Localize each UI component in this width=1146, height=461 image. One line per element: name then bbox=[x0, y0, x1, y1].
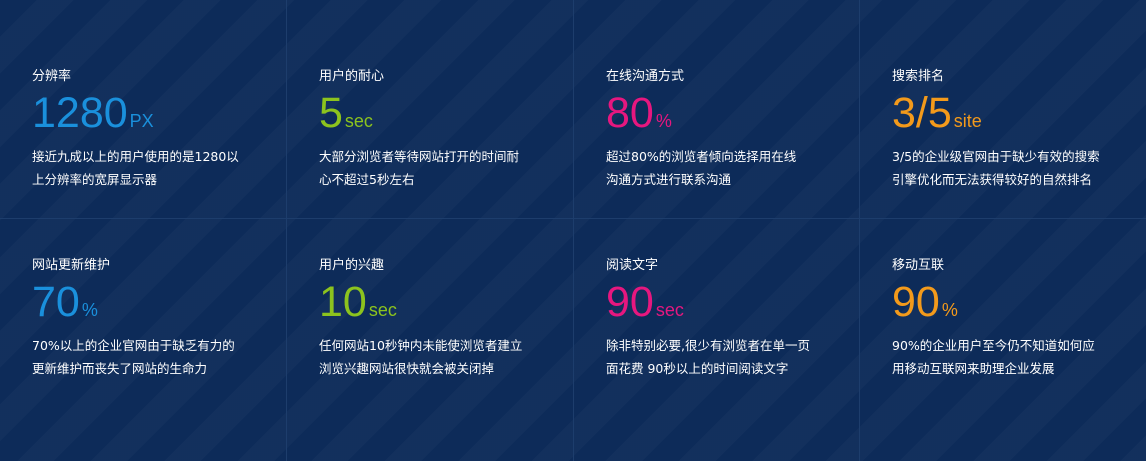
stat-figure: 90% bbox=[892, 278, 1146, 326]
stat-value: 70 bbox=[32, 278, 80, 326]
stat-unit: sec bbox=[655, 300, 684, 320]
stat-description-line: 90%的企业用户至今仍不知道如何应 bbox=[892, 338, 1095, 353]
stat-card-search-ranking: 搜索排名 3/5 site 3/5的企业级官网由于缺少有效的搜索 引擎优化而无法获… bbox=[860, 0, 1146, 219]
stat-description: 超过80%的浏览者倾向选择用在线 沟通方式进行联系沟通 bbox=[606, 145, 831, 191]
stat-unit: PX bbox=[129, 111, 154, 131]
stat-value: 90 bbox=[892, 278, 940, 326]
stat-figure: 90 sec bbox=[606, 278, 859, 326]
stat-card-user-interest: 用户的兴趣 10 sec 任何网站10秒钟内未能使浏览者建立 浏览兴趣网站很快就会… bbox=[287, 219, 574, 461]
stat-description-line: 3/5的企业级官网由于缺少有效的搜索 bbox=[892, 149, 1100, 164]
stat-description-line: 大部分浏览者等待网站打开的时间耐 bbox=[319, 149, 520, 164]
stat-figure: 5 sec bbox=[319, 89, 573, 137]
stat-label: 移动互联 bbox=[892, 258, 945, 273]
stat-card-user-patience: 用户的耐心 5 sec 大部分浏览者等待网站打开的时间耐 心不超过5秒左右 bbox=[287, 0, 574, 219]
stat-figure: 10 sec bbox=[319, 278, 573, 326]
stat-description-line: 接近九成以上的用户使用的是1280以 bbox=[32, 149, 239, 164]
stat-description: 接近九成以上的用户使用的是1280以 上分辨率的宽屏显示器 bbox=[32, 145, 257, 191]
stat-figure: 80% bbox=[606, 89, 859, 137]
stat-figure: 1280 PX bbox=[32, 89, 286, 137]
stat-card-mobile-internet: 移动互联 90% 90%的企业用户至今仍不知道如何应 用移动互联网来助理企业发展 bbox=[860, 219, 1146, 461]
stat-description-line: 更新维护而丧失了网站的生命力 bbox=[32, 361, 208, 376]
stat-unit: % bbox=[941, 300, 958, 320]
stat-card-site-maintenance: 网站更新维护 70% 70%以上的企业官网由于缺乏有力的 更新维护而丧失了网站的… bbox=[0, 219, 287, 461]
stat-card-resolution: 分辨率 1280 PX 接近九成以上的用户使用的是1280以 上分辨率的宽屏显示器 bbox=[0, 0, 287, 219]
stat-value: 10 bbox=[319, 278, 367, 326]
stat-description-line: 任何网站10秒钟内未能使浏览者建立 bbox=[319, 338, 523, 353]
stat-label: 用户的兴趣 bbox=[319, 258, 385, 273]
stat-description-line: 沟通方式进行联系沟通 bbox=[606, 172, 732, 187]
stat-description-line: 超过80%的浏览者倾向选择用在线 bbox=[606, 149, 797, 164]
stat-unit: sec bbox=[368, 300, 397, 320]
stats-panel: 分辨率 1280 PX 接近九成以上的用户使用的是1280以 上分辨率的宽屏显示器… bbox=[0, 0, 1146, 461]
stat-label: 用户的耐心 bbox=[319, 69, 385, 84]
stat-description: 90%的企业用户至今仍不知道如何应 用移动互联网来助理企业发展 bbox=[892, 334, 1117, 380]
stat-label: 阅读文字 bbox=[606, 258, 659, 273]
stat-value: 80 bbox=[606, 89, 654, 137]
stat-label: 分辨率 bbox=[32, 69, 72, 84]
stat-value: 90 bbox=[606, 278, 654, 326]
stat-unit: site bbox=[953, 111, 982, 131]
stat-description-line: 70%以上的企业官网由于缺乏有力的 bbox=[32, 338, 235, 353]
stat-description: 70%以上的企业官网由于缺乏有力的 更新维护而丧失了网站的生命力 bbox=[32, 334, 257, 380]
stat-description-line: 除非特别必要,很少有浏览者在单一页 bbox=[606, 338, 810, 353]
stat-description-line: 用移动互联网来助理企业发展 bbox=[892, 361, 1055, 376]
stat-card-reading-text: 阅读文字 90 sec 除非特别必要,很少有浏览者在单一页 面花费 90秒以上的时… bbox=[574, 219, 860, 461]
stat-value: 1280 bbox=[32, 89, 128, 137]
stat-description: 任何网站10秒钟内未能使浏览者建立 浏览兴趣网站很快就会被关闭掉 bbox=[319, 334, 544, 380]
stat-value: 3/5 bbox=[892, 89, 952, 137]
stat-figure: 3/5 site bbox=[892, 89, 1146, 137]
stat-description-line: 面花费 90秒以上的时间阅读文字 bbox=[606, 361, 789, 376]
stat-unit: % bbox=[655, 111, 672, 131]
stat-value: 5 bbox=[319, 89, 343, 137]
stat-label: 在线沟通方式 bbox=[606, 69, 685, 84]
stat-description: 大部分浏览者等待网站打开的时间耐 心不超过5秒左右 bbox=[319, 145, 544, 191]
stat-description: 3/5的企业级官网由于缺少有效的搜索 引擎优化而无法获得较好的自然排名 bbox=[892, 145, 1117, 191]
stat-figure: 70% bbox=[32, 278, 286, 326]
stat-unit: sec bbox=[344, 111, 373, 131]
stat-description-line: 心不超过5秒左右 bbox=[319, 172, 415, 187]
stat-label: 搜索排名 bbox=[892, 69, 945, 84]
stat-unit: % bbox=[81, 300, 98, 320]
stat-description: 除非特别必要,很少有浏览者在单一页 面花费 90秒以上的时间阅读文字 bbox=[606, 334, 831, 380]
stat-description-line: 上分辨率的宽屏显示器 bbox=[32, 172, 158, 187]
stat-description-line: 引擎优化而无法获得较好的自然排名 bbox=[892, 172, 1093, 187]
stat-description-line: 浏览兴趣网站很快就会被关闭掉 bbox=[319, 361, 495, 376]
stat-label: 网站更新维护 bbox=[32, 258, 111, 273]
stat-card-online-communication: 在线沟通方式 80% 超过80%的浏览者倾向选择用在线 沟通方式进行联系沟通 bbox=[574, 0, 860, 219]
